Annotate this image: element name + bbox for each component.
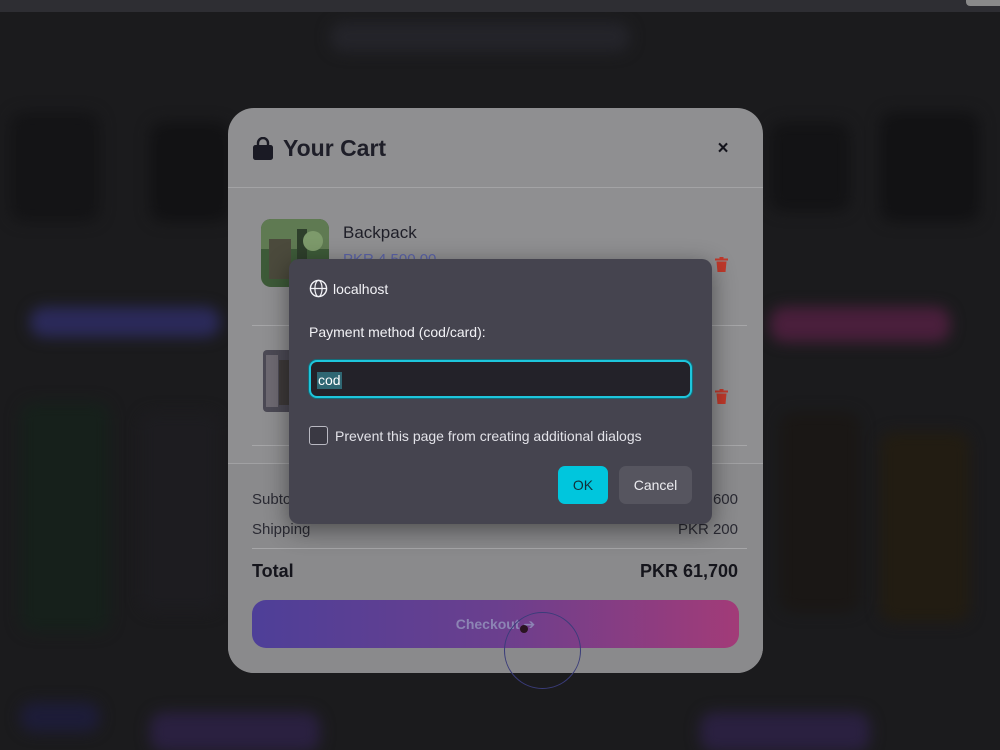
globe-icon xyxy=(309,279,328,298)
prevent-dialogs-label[interactable]: Prevent this page from creating addition… xyxy=(335,428,642,444)
ok-button[interactable]: OK xyxy=(558,466,608,504)
prevent-dialogs-checkbox[interactable] xyxy=(309,426,328,445)
total-value: PKR 61,700 xyxy=(639,561,738,581)
browser-top-strip xyxy=(0,0,1000,12)
subtotal-label: Subto xyxy=(252,491,292,508)
item-name: Backpack xyxy=(343,223,417,242)
click-indicator xyxy=(504,612,581,689)
shopping-bag-icon xyxy=(253,137,273,160)
dialog-message: Payment method (cod/card): xyxy=(309,324,486,340)
total-label: Total xyxy=(252,561,294,581)
cart-header: Your Cart × xyxy=(228,108,763,188)
dialog-origin: localhost xyxy=(333,281,389,297)
trash-icon[interactable] xyxy=(715,389,728,404)
window-control[interactable] xyxy=(966,0,1000,6)
trash-icon[interactable] xyxy=(715,257,728,272)
payment-method-input[interactable]: cod xyxy=(309,360,692,398)
subtotal-value: 600 xyxy=(712,491,738,508)
close-icon[interactable]: × xyxy=(712,138,734,160)
input-value: cod xyxy=(317,372,342,389)
cursor-dot xyxy=(520,625,528,633)
prompt-dialog: localhost Payment method (cod/card): cod… xyxy=(289,259,712,524)
divider xyxy=(252,548,747,549)
checkout-button[interactable]: Checkout ➔ xyxy=(252,600,739,648)
cancel-button[interactable]: Cancel xyxy=(619,466,692,504)
cart-title: Your Cart xyxy=(283,135,387,161)
